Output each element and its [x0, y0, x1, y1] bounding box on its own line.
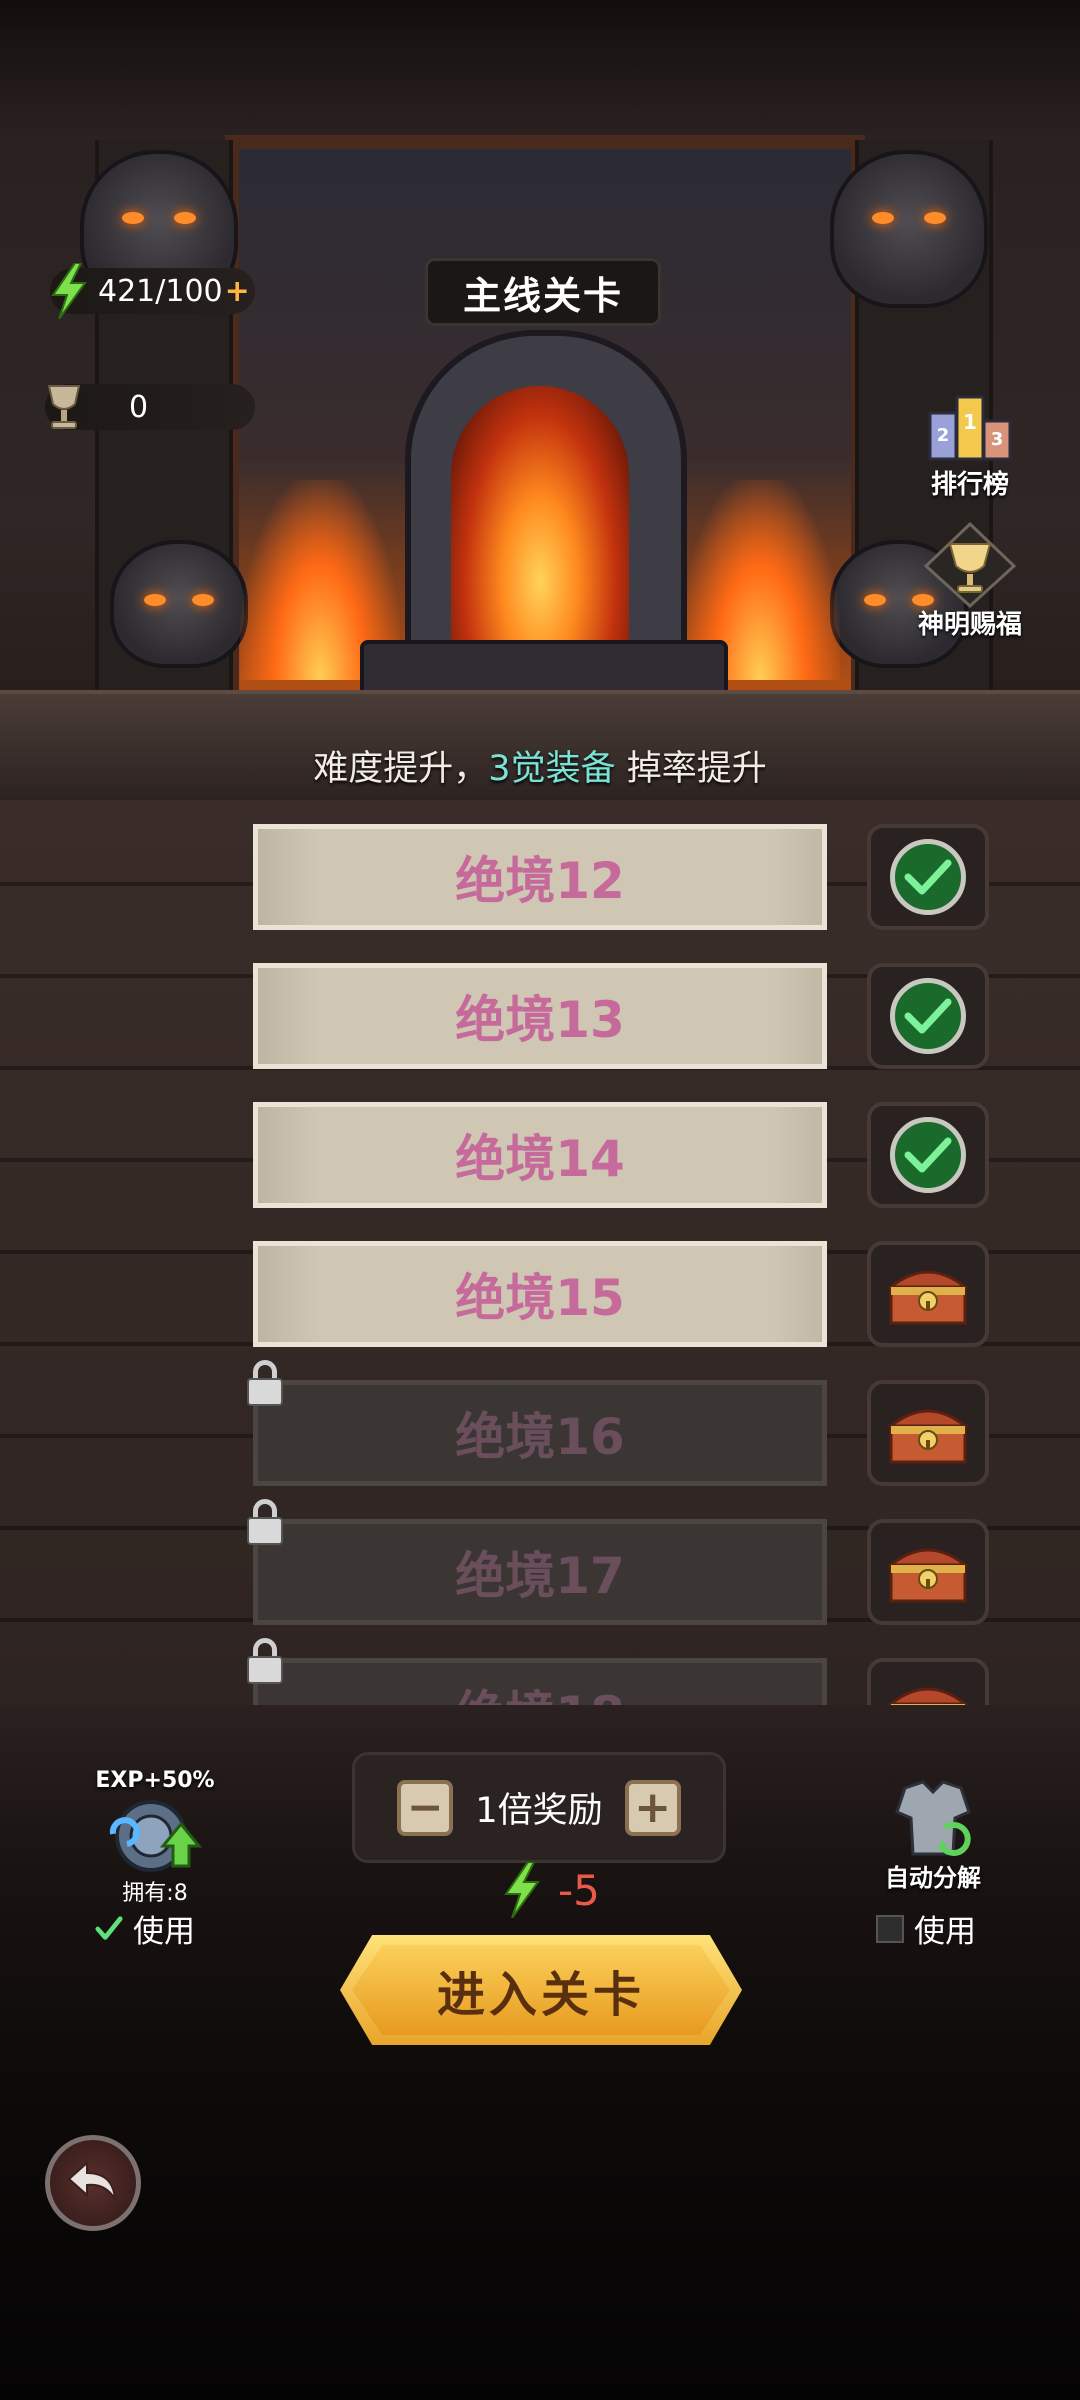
stage-plate[interactable]: 绝境15 [253, 1241, 827, 1347]
lock-icon [245, 1360, 285, 1406]
treasure-chest-icon [885, 1678, 971, 1705]
svg-text:2: 2 [937, 425, 950, 446]
energy-cost-value: -5 [558, 1865, 600, 1915]
stage-reward-slot[interactable] [867, 963, 989, 1069]
treasure-chest-icon [885, 1539, 971, 1605]
divine-blessing-button[interactable]: 神明赐福 [905, 520, 1035, 641]
lightning-icon [500, 1862, 550, 1918]
check-icon [890, 839, 966, 915]
enter-stage-label: 进入关卡 [352, 1945, 730, 2035]
stage-plate[interactable]: 绝境14 [253, 1102, 827, 1208]
back-arrow-icon [65, 2157, 121, 2209]
svg-text:1: 1 [963, 410, 977, 434]
energy-cost: -5 [500, 1862, 600, 1918]
gargoyle-decoration [110, 540, 248, 668]
exp-boost-item[interactable]: EXP+50% 拥有:8 [90, 1768, 220, 1907]
lock-icon [245, 1499, 285, 1545]
fire-portal-gate [405, 330, 687, 672]
ranking-button[interactable]: 2 1 3 排行榜 [905, 380, 1035, 501]
lock-icon [245, 1638, 285, 1684]
stage-reward-slot[interactable] [867, 1102, 989, 1208]
exp-owned-count: 拥有:8 [122, 1881, 188, 1906]
multiplier-minus-button[interactable]: − [397, 1779, 454, 1836]
treasure-chest-icon [885, 1261, 971, 1327]
check-icon [890, 978, 966, 1054]
stage-row[interactable]: 绝境17 [247, 1499, 989, 1625]
use-auto-decompose-checkbox[interactable]: 使用 [876, 1906, 976, 1951]
multiplier-plus-button[interactable]: + [624, 1779, 681, 1836]
page-title: 主线关卡 [425, 258, 661, 326]
stage-reward-slot[interactable] [867, 1519, 989, 1625]
stage-reward-slot[interactable] [867, 1658, 989, 1705]
demon-skull-decoration [830, 150, 988, 308]
stage-plate[interactable]: 绝境12 [253, 824, 827, 930]
svg-text:3: 3 [991, 429, 1004, 450]
stage-row[interactable]: 绝境13 [253, 963, 989, 1069]
stage-list[interactable]: 绝境12 绝境13 绝境14 绝境15 绝境16 绝境17 [0, 820, 1080, 1705]
exp-boost-tag: EXP+50% [95, 1768, 215, 1793]
stage-row[interactable]: 绝境14 [253, 1102, 989, 1208]
stage-plate[interactable]: 绝境16 [253, 1380, 827, 1486]
lightning-icon [44, 263, 94, 319]
divine-blessing-label: 神明赐福 [917, 610, 1022, 640]
stage-plate[interactable]: 绝境13 [253, 963, 827, 1069]
goblet-icon [920, 520, 1020, 610]
energy-counter[interactable]: 421/100 + [50, 263, 255, 319]
drop-rate-hint: 难度提升，3觉装备 掉率提升 [313, 749, 767, 789]
stage-plate[interactable]: 绝境18 [253, 1658, 827, 1705]
chalice-icon [39, 382, 89, 432]
reward-multiplier: − 1倍奖励 + [352, 1752, 726, 1863]
energy-value: 421/100 [98, 273, 223, 309]
exp-medal-icon [100, 1793, 210, 1879]
use-auto-decompose-label: 使用 [914, 1914, 976, 1950]
stage-plate[interactable]: 绝境17 [253, 1519, 827, 1625]
checkbox-empty-icon [876, 1914, 904, 1943]
auto-decompose-label: 自动分解 [885, 1864, 981, 1892]
trophy-counter: 0 [45, 384, 255, 430]
stage-reward-slot[interactable] [867, 824, 989, 930]
stage-row[interactable]: 绝境16 [247, 1360, 989, 1486]
use-exp-label: 使用 [133, 1914, 195, 1950]
checkmark-icon [95, 1915, 123, 1943]
stage-reward-slot[interactable] [867, 1241, 989, 1347]
auto-decompose[interactable]: 自动分解 [868, 1778, 998, 1893]
enter-stage-button[interactable]: 进入关卡 [340, 1935, 742, 2045]
add-energy-button[interactable]: + [225, 274, 250, 309]
stage-row[interactable]: 绝境12 [253, 824, 989, 930]
multiplier-label: 1倍奖励 [475, 1791, 603, 1831]
ranking-label: 排行榜 [930, 470, 1009, 500]
stage-row[interactable]: 绝境15 [253, 1241, 989, 1347]
podium-icon: 2 1 3 [920, 380, 1020, 470]
check-icon [890, 1117, 966, 1193]
back-button[interactable] [45, 2135, 141, 2231]
stage-row[interactable]: 绝境18 [247, 1638, 989, 1705]
use-exp-checkbox[interactable]: 使用 [95, 1906, 195, 1951]
trophy-value: 0 [129, 389, 149, 425]
treasure-chest-icon [885, 1400, 971, 1466]
armor-icon [883, 1778, 983, 1858]
stage-reward-slot[interactable] [867, 1380, 989, 1486]
